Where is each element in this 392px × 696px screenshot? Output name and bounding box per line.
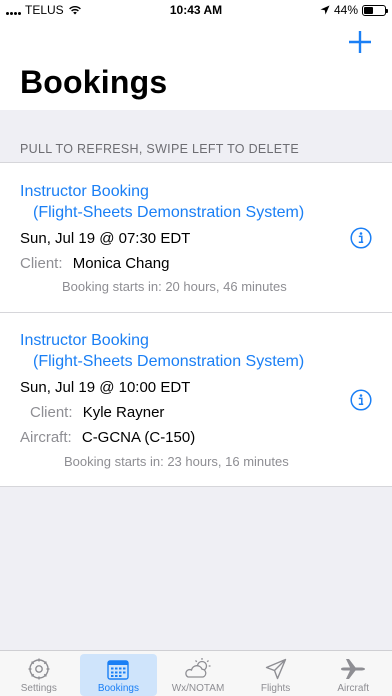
tab-label: Aircraft [337, 683, 369, 694]
client-row: Client: Monica Chang [20, 255, 169, 272]
client-label: Client: [20, 255, 63, 272]
booking-title: Instructor Booking [20, 183, 149, 200]
tab-label: Flights [260, 683, 291, 694]
list-hint: PULL TO REFRESH, SWIPE LEFT TO DELETE [20, 142, 300, 156]
booking-title: Instructor Booking [20, 332, 149, 349]
tab-settings[interactable]: Settings [0, 651, 78, 696]
booking-countdown: Booking starts in: 23 hours, 16 minutes [64, 454, 289, 469]
info-icon[interactable] [350, 227, 372, 249]
navigation-bar: Bookings [0, 22, 392, 110]
paper-plane-icon [265, 658, 286, 680]
booking-date: Sun, Jul 19 @ 10:00 EDT [20, 379, 191, 396]
tab-bookings[interactable]: Bookings [79, 654, 158, 696]
booking-subtitle: (Flight-Sheets Demonstration System) [33, 353, 305, 370]
booking-cell[interactable]: Instructor Booking (Flight-Sheets Demons… [0, 312, 392, 486]
battery-icon [362, 4, 388, 16]
location-arrow-icon [320, 5, 330, 15]
battery-percent: 44% [333, 3, 358, 17]
bookings-list: Instructor Booking (Flight-Sheets Demons… [0, 162, 392, 487]
tab-label: Bookings [97, 683, 139, 694]
aircraft-label: Aircraft: [20, 429, 72, 446]
tab-label: Settings [20, 683, 57, 694]
info-icon[interactable] [350, 389, 372, 411]
add-booking-button[interactable] [346, 28, 374, 56]
tab-label: Wx/NOTAM [171, 683, 225, 694]
aircraft-value: C-GCNA (C-150) [81, 429, 196, 446]
booking-cell[interactable]: Instructor Booking (Flight-Sheets Demons… [0, 163, 392, 312]
client-name: Monica Chang [72, 255, 170, 272]
status-bar: TELUS 10:43 AM 44% [0, 0, 392, 22]
client-label: Client: [30, 404, 73, 421]
status-right: 44% [320, 3, 388, 17]
booking-subtitle: (Flight-Sheets Demonstration System) [33, 204, 305, 221]
tab-aircraft[interactable]: Aircraft [314, 651, 392, 696]
battery-fill [364, 6, 373, 14]
airplane-icon [341, 659, 366, 679]
tab-flights[interactable]: Flights [237, 651, 315, 696]
booking-countdown: Booking starts in: 20 hours, 46 minutes [62, 279, 287, 294]
client-name: Kyle Rayner [82, 404, 165, 421]
weather-icon [185, 658, 211, 678]
calendar-icon [107, 660, 130, 680]
tab-wx-notam[interactable]: Wx/NOTAM [159, 651, 237, 696]
booking-date: Sun, Jul 19 @ 07:30 EDT [20, 230, 191, 247]
gear-icon [28, 658, 50, 680]
client-row: Client: Kyle Rayner [30, 404, 164, 421]
aircraft-row: Aircraft: C-GCNA (C-150) [20, 429, 195, 446]
tab-bar: Settings Bookings Wx/NOTAM Flights Aircr… [0, 650, 392, 696]
page-title: Bookings [20, 64, 168, 100]
